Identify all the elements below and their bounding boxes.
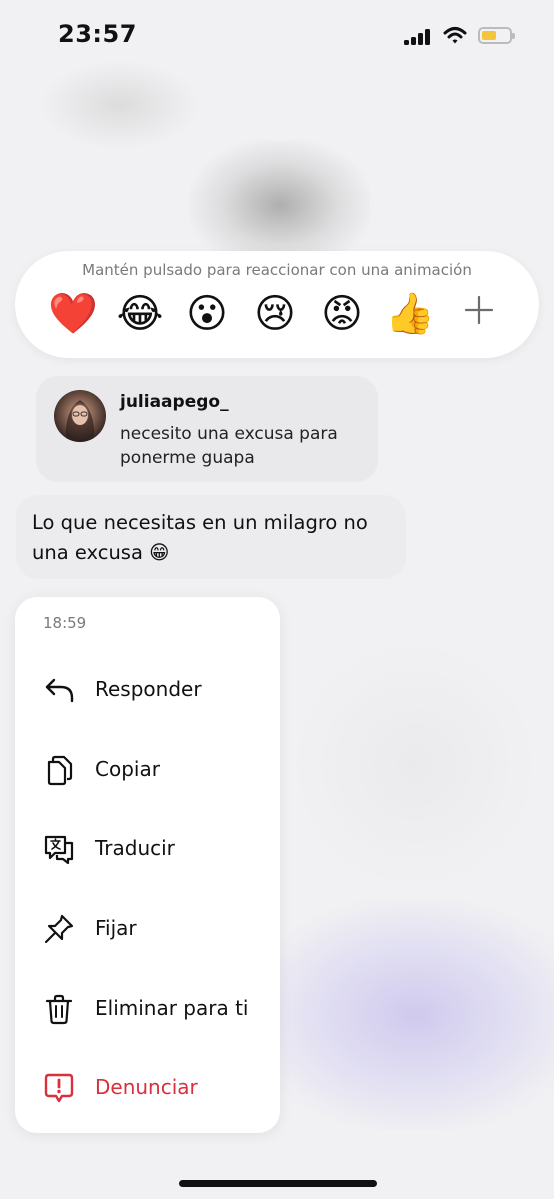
report-icon: [44, 1073, 74, 1103]
reaction-hint: Mantén pulsado para reaccionar con una a…: [82, 261, 472, 279]
status-time: 23:57: [58, 20, 137, 48]
reaction-thumbs-up[interactable]: 👍: [385, 289, 435, 339]
menu-item-label: Copiar: [95, 757, 160, 781]
pin-icon: [44, 914, 74, 944]
context-menu: 18:59 Responder Copiar Traducir Fijar El…: [15, 597, 280, 1133]
message-text: Lo que necesitas en un milagro no una ex…: [32, 511, 368, 564]
reaction-bar: Mantén pulsado para reaccionar con una a…: [15, 251, 539, 358]
menu-item-label: Responder: [95, 677, 202, 701]
reply-text: necesito una excusa para ponerme guapa: [120, 424, 338, 468]
trash-icon: [45, 994, 73, 1025]
message-bubble[interactable]: Lo que necesitas en un milagro no una ex…: [16, 495, 406, 579]
reply-username: juliaapego_: [120, 392, 229, 412]
reply-preview[interactable]: juliaapego_ necesito una excusa para pon…: [36, 376, 378, 482]
menu-item-reply[interactable]: Responder: [15, 661, 280, 719]
plus-icon[interactable]: [462, 293, 496, 327]
menu-item-copy[interactable]: Copiar: [15, 741, 280, 799]
menu-item-delete[interactable]: Eliminar para ti: [15, 980, 280, 1038]
wifi-icon: [443, 27, 467, 44]
reaction-angry[interactable]: 😡: [317, 289, 367, 339]
home-indicator[interactable]: [179, 1180, 377, 1187]
reaction-heart[interactable]: ❤️: [48, 289, 98, 339]
background-blur: [250, 900, 554, 1130]
reply-icon: [45, 678, 74, 703]
reaction-crying[interactable]: 😢: [250, 289, 300, 339]
status-bar: 23:57: [0, 0, 554, 72]
menu-item-label: Fijar: [95, 916, 137, 940]
message-timestamp: 18:59: [43, 614, 87, 632]
reaction-laugh[interactable]: 😂: [115, 289, 165, 339]
menu-item-translate[interactable]: Traducir: [15, 820, 280, 878]
background-blur: [290, 640, 540, 890]
reaction-surprised[interactable]: 😮: [182, 289, 232, 339]
avatar: [54, 390, 106, 442]
signal-icon: [404, 29, 432, 45]
background-blur: [40, 60, 200, 150]
copy-icon: [47, 755, 73, 786]
menu-item-label: Traducir: [95, 836, 175, 860]
menu-item-pin[interactable]: Fijar: [15, 900, 280, 958]
menu-item-report[interactable]: Denunciar: [15, 1059, 280, 1117]
menu-item-label: Eliminar para ti: [95, 996, 249, 1020]
battery-icon: [478, 27, 515, 44]
translate-icon: [44, 835, 74, 865]
menu-item-label: Denunciar: [95, 1075, 198, 1099]
